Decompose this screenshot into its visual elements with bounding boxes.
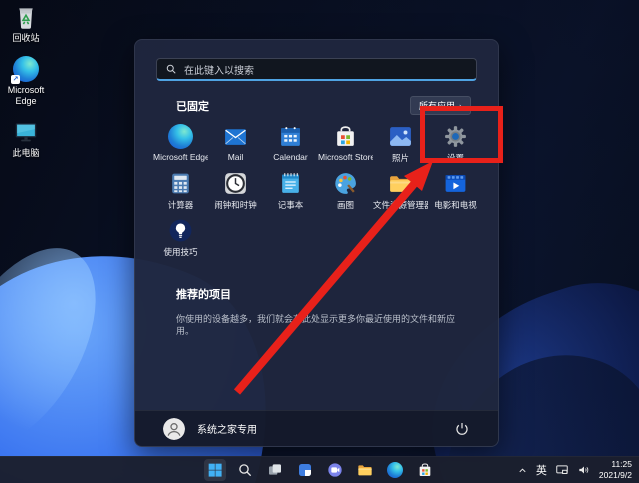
pinned-apps-grid: Microsoft Edge Mail Calendar Microsoft Stor…: [153, 122, 498, 263]
tray-time: 11:25: [599, 459, 632, 470]
recommended-section: 推荐的项目 你使用的设备越多，我们就会在此处显示更多你最近使用的文件和新应用。: [176, 286, 458, 337]
calculator-icon: [168, 171, 193, 196]
this-pc-monitor-icon: [13, 119, 39, 145]
store-bag-icon: [333, 124, 358, 149]
pinned-app-照片[interactable]: 照片: [373, 122, 428, 169]
pinned-app-label: Microsoft Store: [318, 152, 373, 162]
windows-11-desktop: 回收站↗Microsoft Edge此电脑 在此键入以搜索 已固定 所有应用 ›…: [0, 0, 639, 483]
chat-icon: [327, 462, 343, 478]
task-view-icon: [267, 462, 283, 478]
start-button[interactable]: [204, 459, 226, 481]
notepad-icon: [278, 171, 303, 196]
power-button[interactable]: [454, 421, 470, 437]
search-placeholder: 在此键入以搜索: [184, 62, 254, 77]
pinned-app-电影和电视[interactable]: 电影和电视: [428, 169, 483, 216]
pinned-app-label: 照片: [392, 152, 409, 164]
tray-date: 2021/9/2: [599, 470, 632, 481]
start-menu-panel: 在此键入以搜索 已固定 所有应用 › Microsoft Edge Mail Cal…: [134, 39, 499, 447]
pinned-app-calendar[interactable]: Calendar: [263, 122, 318, 169]
mail-envelope-icon: [223, 124, 248, 149]
edge-browser-icon: [168, 124, 193, 149]
all-apps-label: 所有应用: [419, 99, 455, 112]
windows-logo-icon: [207, 462, 223, 478]
pinned-app-microsoft-store[interactable]: Microsoft Store: [318, 122, 373, 169]
all-apps-button[interactable]: 所有应用 ›: [410, 96, 471, 115]
start-menu-user-bar: 系统之家专用: [135, 410, 498, 446]
settings-gear-icon: [443, 124, 468, 149]
edge-browser-icon: [387, 462, 403, 478]
desktop-icon-this-pc[interactable]: 此电脑: [2, 119, 50, 158]
ime-language-indicator[interactable]: 英: [536, 462, 547, 478]
pinned-section-title: 已固定: [176, 98, 209, 114]
taskbar: 英 11:25 2021/9/2: [0, 456, 639, 483]
tray-clock[interactable]: 11:25 2021/9/2: [599, 459, 632, 481]
desktop-icon-column: 回收站 ↗Microsoft Edge 此电脑: [2, 4, 50, 158]
pinned-app-label: Mail: [228, 152, 244, 162]
pinned-app-microsoft-edge[interactable]: Microsoft Edge: [153, 122, 208, 169]
folder-icon: [357, 462, 373, 478]
store-button[interactable]: [414, 459, 436, 481]
pinned-app-label: Calendar: [273, 152, 308, 162]
user-avatar[interactable]: [163, 418, 185, 440]
pinned-app-使用技巧[interactable]: 使用技巧: [153, 216, 208, 263]
pinned-app-label: 记事本: [278, 199, 304, 211]
user-name[interactable]: 系统之家专用: [197, 421, 257, 436]
pinned-app-设置[interactable]: 设置: [428, 122, 483, 169]
pinned-app-mail[interactable]: Mail: [208, 122, 263, 169]
tips-bulb-icon: [168, 218, 193, 243]
pinned-app-label: 画图: [337, 199, 354, 211]
chevron-right-icon: ›: [459, 101, 462, 111]
start-search-input[interactable]: 在此键入以搜索: [156, 58, 477, 81]
recommended-section-title: 推荐的项目: [176, 286, 458, 302]
pinned-app-label: 使用技巧: [163, 246, 197, 258]
movies-tv-icon: [443, 171, 468, 196]
alarm-clock-icon: [223, 171, 248, 196]
pinned-app-label: 电影和电视: [434, 199, 477, 211]
pinned-app-闹钟和时钟[interactable]: 闹钟和时钟: [208, 169, 263, 216]
search-icon: [165, 63, 177, 75]
pinned-app-计算器[interactable]: 计算器: [153, 169, 208, 216]
pinned-app-label: 闹钟和时钟: [214, 199, 257, 211]
desktop-icon-label: 回收站: [12, 33, 39, 43]
photos-icon: [388, 124, 413, 149]
pinned-app-label: 文件资源管理器: [373, 199, 428, 211]
desktop-icon-recycle-bin[interactable]: 回收站: [2, 4, 50, 43]
widgets-button[interactable]: [294, 459, 316, 481]
desktop-icon-edge[interactable]: ↗Microsoft Edge: [2, 56, 50, 106]
taskbar-button-group: [204, 459, 436, 481]
store-bag-icon: [417, 462, 433, 478]
system-tray: 英 11:25 2021/9/2: [517, 457, 632, 483]
paint-palette-icon: [333, 171, 358, 196]
pinned-app-文件资源管理器[interactable]: 文件资源管理器: [373, 169, 428, 216]
shortcut-arrow-icon: ↗: [11, 75, 20, 84]
tray-volume-icon[interactable]: [577, 463, 591, 477]
taskbar-search-button[interactable]: [234, 459, 256, 481]
recommended-empty-text: 你使用的设备越多，我们就会在此处显示更多你最近使用的文件和新应用。: [176, 313, 458, 337]
search-icon: [237, 462, 253, 478]
chat-button[interactable]: [324, 459, 346, 481]
pinned-app-label: Microsoft Edge: [153, 152, 208, 162]
pinned-app-label: 设置: [447, 152, 464, 164]
edge-browser-icon: ↗: [13, 56, 39, 82]
pinned-app-label: 计算器: [168, 199, 194, 211]
recycle-bin-icon: [13, 4, 39, 30]
task-view-button[interactable]: [264, 459, 286, 481]
folder-icon: [388, 171, 413, 196]
edge-button[interactable]: [384, 459, 406, 481]
file-explorer-button[interactable]: [354, 459, 376, 481]
desktop-icon-label: 此电脑: [12, 148, 39, 158]
tray-display-icon[interactable]: [555, 463, 569, 477]
pinned-app-画图[interactable]: 画图: [318, 169, 373, 216]
pinned-app-记事本[interactable]: 记事本: [263, 169, 318, 216]
tray-chevron-up-icon[interactable]: [517, 465, 528, 476]
calendar-icon: [278, 124, 303, 149]
widgets-icon: [297, 462, 313, 478]
desktop-icon-label: Microsoft Edge: [2, 85, 50, 106]
